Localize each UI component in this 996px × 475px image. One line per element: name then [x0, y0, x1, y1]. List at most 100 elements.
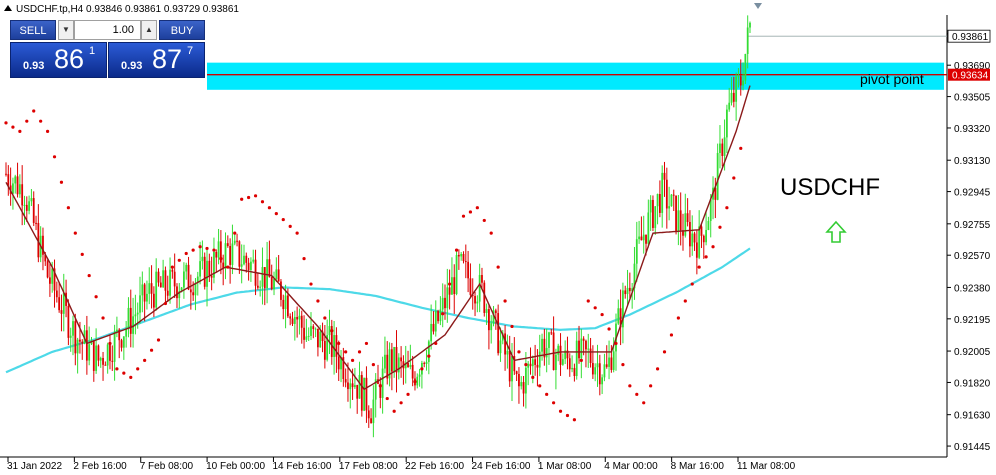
- bear-candle-body: [411, 364, 414, 379]
- sell-price-big: 86: [54, 44, 85, 74]
- bull-candle-body: [524, 367, 527, 394]
- bear-candle-body: [208, 260, 211, 276]
- bull-candle-body: [684, 213, 687, 236]
- sar-dot: [448, 282, 452, 286]
- sar-dot: [586, 299, 590, 303]
- bear-candle-body: [32, 198, 35, 223]
- bull-candle-body: [95, 345, 98, 371]
- sar-dot: [156, 338, 161, 342]
- bear-candle-body: [739, 76, 742, 86]
- bull-candle-body: [730, 92, 733, 103]
- sar-dot: [11, 125, 15, 129]
- bull-candle-body: [531, 359, 534, 367]
- price-tick-label: 0.91445: [954, 442, 991, 453]
- sar-dot: [364, 341, 369, 346]
- bear-candle-body: [658, 194, 661, 213]
- bear-candle-body: [390, 349, 393, 372]
- bear-candle-body: [598, 363, 601, 385]
- bear-candle-body: [432, 323, 435, 332]
- bear-candle-body: [700, 226, 703, 236]
- volume-down-icon[interactable]: ▼: [58, 20, 74, 40]
- bear-candle-body: [55, 290, 58, 298]
- bear-candle-body: [474, 296, 476, 304]
- bull-candle-body: [169, 269, 171, 296]
- bear-candle-body: [102, 357, 104, 365]
- bear-candle-body: [79, 339, 81, 342]
- bear-candle-body: [81, 341, 84, 344]
- sar-dot: [281, 217, 285, 222]
- bear-candle-body: [303, 327, 305, 340]
- bear-candle-body: [35, 222, 37, 224]
- time-tick-label: 22 Feb 16:00: [405, 461, 464, 472]
- buy-button[interactable]: BUY: [159, 20, 205, 40]
- bull-candle-body: [499, 340, 502, 354]
- bull-candle-body: [446, 287, 449, 309]
- buy-price-button[interactable]: 0.93 87 7: [108, 42, 205, 78]
- bear-candle-body: [467, 261, 470, 279]
- bull-candle-body: [571, 367, 573, 370]
- pivot-price-tag-text: 0.93634: [952, 71, 989, 82]
- sar-dot: [406, 392, 410, 396]
- bull-candle-body: [511, 355, 513, 382]
- price-tick-label: 0.92380: [954, 283, 991, 294]
- bull-candle-body: [723, 137, 726, 156]
- volume-input[interactable]: 1.00: [74, 20, 141, 40]
- bear-candle-body: [270, 277, 273, 290]
- bull-candle-body: [185, 264, 188, 272]
- sar-dot: [524, 363, 528, 367]
- sar-dot: [662, 350, 667, 354]
- bear-candle-body: [176, 286, 178, 299]
- bull-candle-body: [409, 364, 412, 367]
- bull-candle-body: [363, 377, 366, 411]
- bear-candle-body: [628, 287, 631, 292]
- bull-candle-body: [353, 385, 356, 388]
- bear-candle-body: [337, 356, 340, 370]
- bull-candle-body: [654, 206, 657, 228]
- bull-candle-body: [381, 368, 384, 398]
- bull-candle-body: [12, 183, 14, 194]
- sell-price-button[interactable]: 0.93 86 1: [10, 42, 107, 78]
- sar-dot: [288, 224, 292, 228]
- sar-dot: [87, 273, 91, 278]
- bear-candle-body: [437, 311, 439, 322]
- bear-candle-body: [203, 256, 206, 287]
- price-tick-label: 0.91820: [954, 378, 991, 389]
- pivot-zone[interactable]: [207, 62, 944, 90]
- bull-candle-body: [677, 210, 680, 231]
- sar-dot: [655, 367, 660, 371]
- bear-candle-body: [494, 310, 497, 314]
- bear-candle-body: [21, 184, 24, 206]
- bull-candle-body: [148, 283, 151, 294]
- bear-candle-body: [522, 382, 525, 394]
- bull-candle-body: [266, 259, 268, 288]
- bear-candle-body: [143, 284, 146, 302]
- sar-dot: [52, 155, 57, 159]
- sell-button[interactable]: SELL: [10, 20, 56, 40]
- bull-candle-body: [716, 152, 719, 200]
- bull-candle-body: [310, 326, 312, 336]
- price-tick-label: 0.92570: [954, 251, 991, 262]
- bear-candle-body: [367, 410, 370, 419]
- bull-candle-body: [427, 341, 430, 362]
- bear-candle-body: [578, 340, 580, 359]
- sar-dot: [32, 109, 36, 113]
- sar-dot: [350, 358, 355, 362]
- bull-candle-body: [88, 344, 91, 361]
- bull-candle-body: [397, 357, 400, 373]
- bull-candle-body: [642, 234, 645, 241]
- bear-candle-body: [488, 309, 490, 331]
- bear-candle-body: [347, 382, 349, 390]
- sell-price-prefix: 0.93: [23, 60, 45, 72]
- bull-candle-body: [626, 287, 629, 295]
- sar-dot: [454, 248, 459, 252]
- bull-candle-body: [548, 332, 550, 348]
- volume-up-icon[interactable]: ▲: [141, 20, 157, 40]
- bear-candle-body: [46, 261, 49, 278]
- pivot-point-label: pivot point: [860, 71, 924, 87]
- sar-dot: [170, 265, 174, 269]
- bear-candle-body: [529, 363, 532, 367]
- sar-dot: [614, 341, 618, 346]
- sar-dot: [697, 265, 701, 269]
- sar-dot: [330, 329, 334, 333]
- bull-candle-body: [561, 359, 564, 365]
